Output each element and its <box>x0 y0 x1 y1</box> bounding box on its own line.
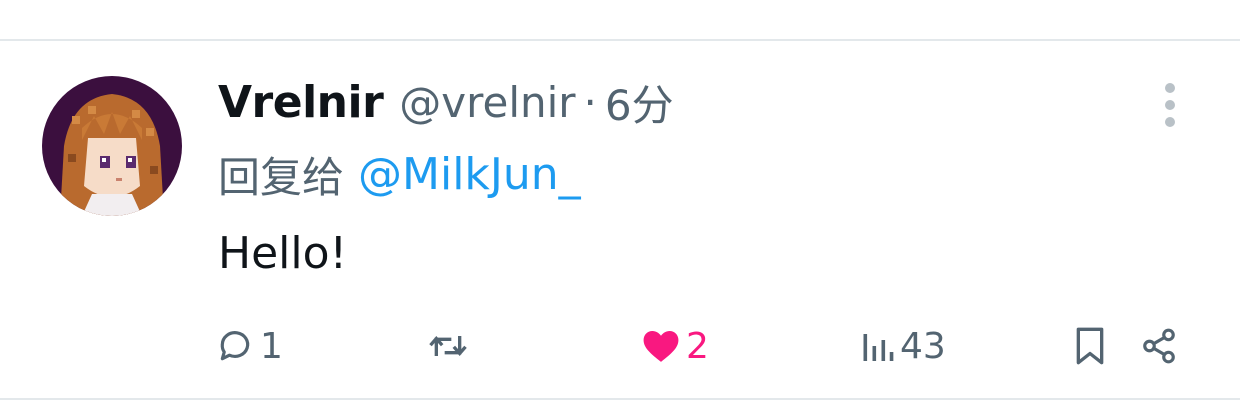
repost-icon <box>429 335 467 357</box>
share-icon <box>1143 328 1175 364</box>
more-vertical-icon <box>1165 83 1175 127</box>
reply-bubble-icon <box>220 331 250 361</box>
user-handle[interactable]: @vrelnir <box>399 78 575 127</box>
like-button[interactable]: 2 <box>642 316 709 376</box>
tweet-text: Hello! <box>218 228 348 279</box>
header-separator: · <box>583 77 597 127</box>
views-button[interactable]: 43 <box>860 316 946 376</box>
views-count: 43 <box>900 325 946 367</box>
bookmark-button[interactable] <box>1072 316 1108 376</box>
views-bar-icon <box>863 334 894 361</box>
display-name[interactable]: Vrelnir <box>218 77 384 128</box>
reply-prefix: 回复给 <box>218 152 345 202</box>
top-divider <box>0 39 1240 41</box>
heart-icon <box>643 330 679 362</box>
like-count: 2 <box>686 325 709 367</box>
tweet-header: Vrelnir @vrelnir · 6分 <box>218 74 674 130</box>
bottom-divider <box>0 398 1240 400</box>
avatar-image <box>42 76 182 216</box>
action-bar: 1 2 43 <box>0 316 1240 376</box>
reply-count: 1 <box>260 325 283 367</box>
reply-context: 回复给 @MilkJun_ <box>218 146 581 202</box>
reply-button[interactable]: 1 <box>216 316 283 376</box>
bookmark-icon <box>1076 327 1104 365</box>
share-button[interactable] <box>1140 316 1178 376</box>
tweet-page: Vrelnir @vrelnir · 6分 回复给 @MilkJun_ Hell… <box>0 0 1240 414</box>
timestamp[interactable]: 6分 <box>605 72 674 133</box>
more-button[interactable] <box>1148 78 1192 134</box>
avatar[interactable] <box>42 76 182 216</box>
reply-mention-link[interactable]: @MilkJun_ <box>358 149 581 200</box>
repost-button[interactable] <box>426 316 476 376</box>
